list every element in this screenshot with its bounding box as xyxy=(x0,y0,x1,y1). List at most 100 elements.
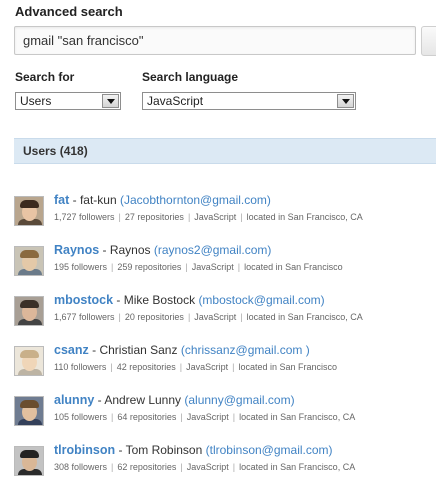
language-tag: JavaScript xyxy=(194,312,237,322)
user-full-name: Andrew Lunny xyxy=(104,393,182,407)
search-button[interactable] xyxy=(421,26,436,56)
chevron-down-icon xyxy=(102,94,119,108)
user-login-link[interactable]: fat xyxy=(54,193,69,207)
location-text: located in San Francisco xyxy=(238,362,338,372)
page-title: Advanced search xyxy=(15,4,123,19)
chevron-down-icon xyxy=(337,94,354,108)
user-full-name: Raynos xyxy=(109,243,151,257)
repositories-count: 64 repositories xyxy=(117,412,177,422)
user-login-link[interactable]: tlrobinson xyxy=(54,443,115,457)
repositories-count: 20 repositories xyxy=(124,312,184,322)
followers-count: 308 followers xyxy=(54,462,108,472)
meta-divider: | xyxy=(111,262,114,272)
meta-divider: | xyxy=(232,412,236,422)
search-language-value: JavaScript xyxy=(147,94,204,108)
user-meta: 105 followers | 64 repositories | JavaScript… xyxy=(54,412,355,422)
user-meta: 308 followers | 62 repositories | JavaScript… xyxy=(54,462,355,472)
followers-count: 195 followers xyxy=(54,262,108,272)
meta-divider: | xyxy=(111,462,114,472)
followers-count: 1,677 followers xyxy=(54,312,115,322)
user-title-line: csanz - Christian Sanz (chrissanz@gmail.… xyxy=(54,343,310,357)
dash-separator: - xyxy=(118,443,126,457)
location-text: located in San Francisco, CA xyxy=(246,212,363,222)
user-title-line: Raynos - Raynos (raynos2@gmail.com) xyxy=(54,243,271,257)
meta-divider: | xyxy=(237,262,241,272)
avatar[interactable] xyxy=(14,346,44,376)
dash-separator: - xyxy=(72,193,80,207)
repositories-count: 42 repositories xyxy=(116,362,176,372)
location-text: located in San Francisco, CA xyxy=(246,312,363,322)
user-email-link[interactable]: (mbostock@gmail.com) xyxy=(198,293,324,307)
user-meta: 110 followers | 42 repositories | JavaScript… xyxy=(54,362,337,372)
user-login-link[interactable]: alunny xyxy=(54,393,94,407)
user-result-item: Raynos - Raynos (raynos2@gmail.com) 195 … xyxy=(14,243,424,279)
user-full-name: fat-kun xyxy=(79,193,117,207)
user-result-item: csanz - Christian Sanz (chrissanz@gmail.… xyxy=(14,343,424,379)
language-tag: JavaScript xyxy=(194,212,237,222)
search-for-label: Search for xyxy=(15,70,75,84)
search-for-select[interactable]: Users xyxy=(15,92,121,110)
user-result-item: mbostock - Mike Bostock (mbostock@gmail.… xyxy=(14,293,424,329)
user-result-item: fat - fat-kun (Jacobthornton@gmail.com) … xyxy=(14,193,424,229)
repositories-count: 27 repositories xyxy=(124,212,184,222)
meta-divider: | xyxy=(232,462,236,472)
user-email-link[interactable]: (Jacobthornton@gmail.com) xyxy=(120,193,271,207)
followers-count: 1,727 followers xyxy=(54,212,115,222)
repositories-count: 259 repositories xyxy=(117,262,182,272)
avatar[interactable] xyxy=(14,246,44,276)
meta-divider: | xyxy=(185,262,188,272)
user-result-item: tlrobinson - Tom Robinson (tlrobinson@gm… xyxy=(14,443,424,479)
user-title-line: tlrobinson - Tom Robinson (tlrobinson@gm… xyxy=(54,443,333,457)
location-text: located in San Francisco, CA xyxy=(239,412,356,422)
user-meta: 1,727 followers | 27 repositories | JavaScri… xyxy=(54,212,363,222)
user-full-name: Mike Bostock xyxy=(123,293,196,307)
user-login-link[interactable]: mbostock xyxy=(54,293,113,307)
search-input[interactable] xyxy=(14,26,416,55)
avatar[interactable] xyxy=(14,196,44,226)
meta-divider: | xyxy=(118,312,121,322)
user-email-link[interactable]: (chrissanz@gmail.com ) xyxy=(181,343,310,357)
meta-divider: | xyxy=(180,412,183,422)
repositories-count: 62 repositories xyxy=(117,462,177,472)
location-text: located in San Francisco, CA xyxy=(239,462,356,472)
user-full-name: Tom Robinson xyxy=(125,443,203,457)
dash-separator: - xyxy=(102,243,110,257)
meta-divider: | xyxy=(118,212,121,222)
results-header: Users (418) xyxy=(14,138,436,164)
user-login-link[interactable]: csanz xyxy=(54,343,89,357)
user-full-name: Christian Sanz xyxy=(99,343,178,357)
user-email-link[interactable]: (raynos2@gmail.com) xyxy=(154,243,272,257)
user-login-link[interactable]: Raynos xyxy=(54,243,99,257)
meta-divider: | xyxy=(180,462,183,472)
avatar[interactable] xyxy=(14,396,44,426)
meta-divider: | xyxy=(111,412,114,422)
user-email-link[interactable]: (alunny@gmail.com) xyxy=(184,393,294,407)
meta-divider: | xyxy=(240,312,243,322)
meta-divider: | xyxy=(187,312,191,322)
followers-count: 110 followers xyxy=(54,362,107,372)
language-tag: JavaScript xyxy=(186,362,229,372)
user-meta: 1,677 followers | 20 repositories | JavaScri… xyxy=(54,312,363,322)
search-for-value: Users xyxy=(20,94,52,108)
meta-divider: | xyxy=(179,362,183,372)
user-title-line: alunny - Andrew Lunny (alunny@gmail.com) xyxy=(54,393,295,407)
user-title-line: fat - fat-kun (Jacobthornton@gmail.com) xyxy=(54,193,271,207)
followers-count: 105 followers xyxy=(54,412,108,422)
search-language-select[interactable]: JavaScript xyxy=(142,92,356,110)
user-meta: 195 followers | 259 repositories | JavaScrip… xyxy=(54,262,343,272)
dash-separator: - xyxy=(116,293,124,307)
language-tag: JavaScript xyxy=(186,412,229,422)
location-text: located in San Francisco xyxy=(244,262,343,272)
user-result-item: alunny - Andrew Lunny (alunny@gmail.com)… xyxy=(14,393,424,429)
meta-divider: | xyxy=(240,212,243,222)
search-language-label: Search language xyxy=(142,70,239,84)
user-email-link[interactable]: (tlrobinson@gmail.com) xyxy=(206,443,333,457)
language-tag: JavaScript xyxy=(186,462,229,472)
avatar[interactable] xyxy=(14,296,44,326)
user-title-line: mbostock - Mike Bostock (mbostock@gmail.… xyxy=(54,293,325,307)
meta-divider: | xyxy=(232,362,235,372)
meta-divider: | xyxy=(187,212,191,222)
language-tag: JavaScript xyxy=(191,262,234,272)
avatar[interactable] xyxy=(14,446,44,476)
meta-divider: | xyxy=(110,362,113,372)
